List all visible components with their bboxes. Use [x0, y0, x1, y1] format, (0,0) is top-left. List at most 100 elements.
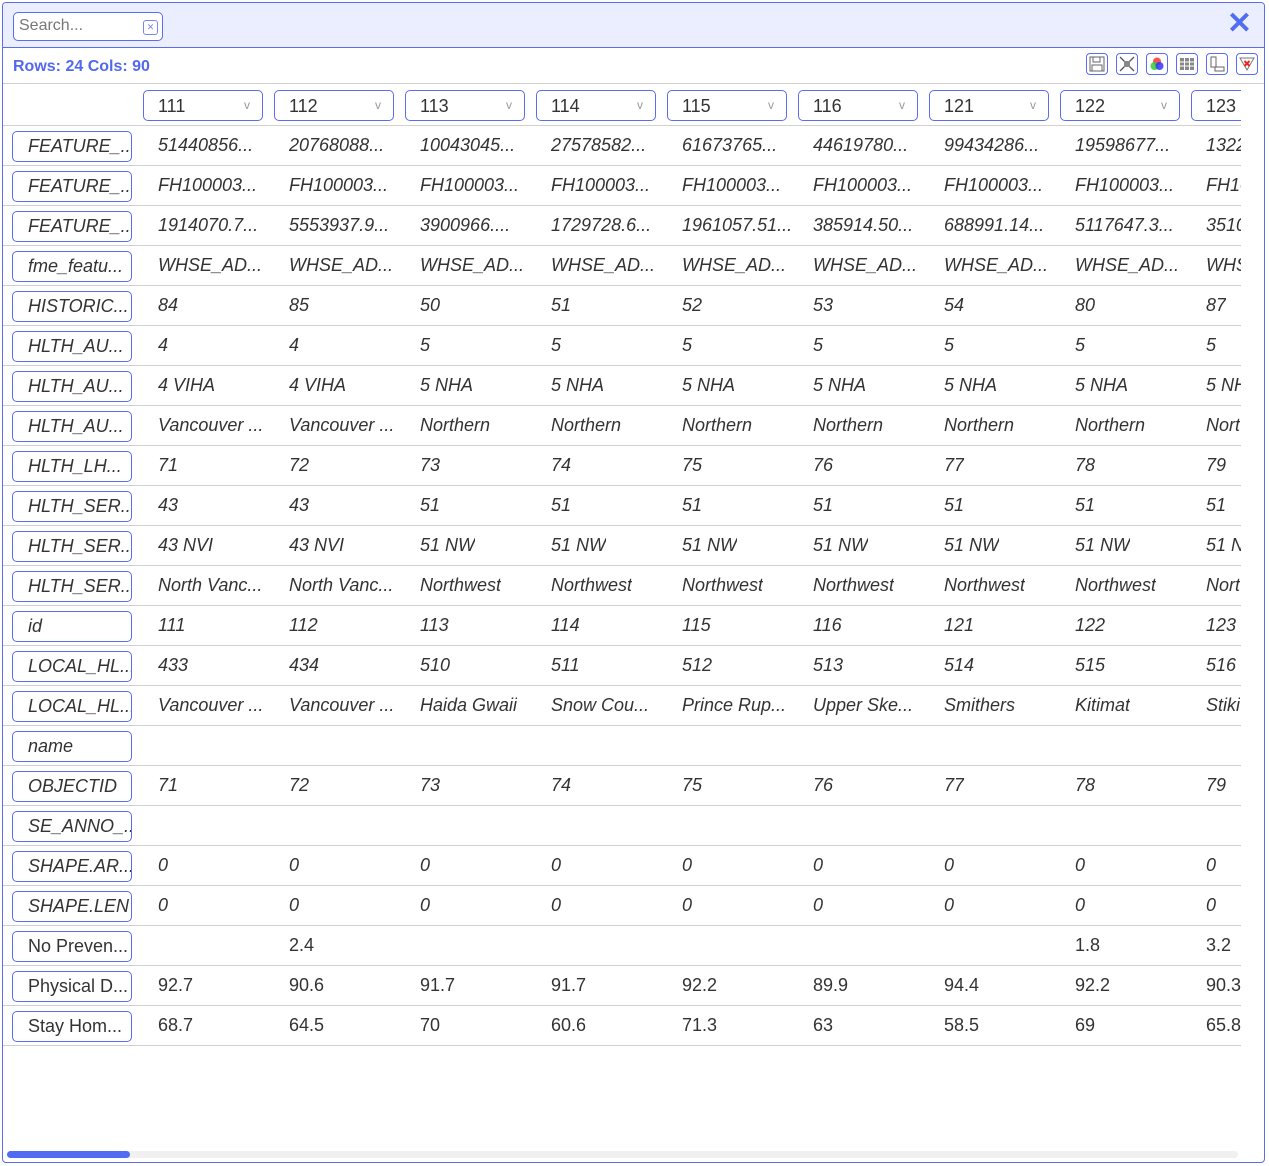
column-header-select[interactable]: 114 v: [536, 90, 656, 121]
column-header-label: 114: [551, 96, 580, 116]
table-cell: 76: [813, 775, 834, 795]
column-header-label: 121: [944, 96, 975, 116]
save-icon[interactable]: [1086, 53, 1108, 75]
row-label-button[interactable]: SHAPE.AR...: [12, 851, 132, 882]
table-cell: Smithers: [944, 695, 1016, 715]
column-header-select[interactable]: 111 v: [143, 90, 263, 121]
row-label-button[interactable]: HLTH_LH...: [12, 451, 132, 482]
row-label-button[interactable]: fme_featu...: [12, 251, 132, 282]
row-label-button[interactable]: Physical D...: [12, 971, 132, 1002]
row-label-button[interactable]: SE_ANNO_...: [12, 811, 132, 842]
column-header-select[interactable]: 121 v: [929, 90, 1049, 121]
table-row: LOCAL_HL... 433 434 510 511 512 513 514 515 516: [3, 646, 1241, 686]
table-cell: 3510: [1206, 215, 1241, 235]
table-cell: 0: [420, 855, 431, 875]
column-header-label: 113: [420, 96, 449, 116]
table-cell: 27578582...: [551, 135, 647, 155]
table-cell: 51: [1206, 495, 1227, 515]
table-cell: 79: [1206, 775, 1227, 795]
row-label-button[interactable]: SHAPE.LEN: [12, 891, 132, 922]
table-cell: 72: [289, 775, 310, 795]
table-cell: 92.2: [1075, 975, 1111, 995]
table-cell: FH10: [1206, 175, 1241, 195]
table-cell: 44619780...: [813, 135, 909, 155]
column-header-select[interactable]: 112 v: [274, 90, 394, 121]
table-row: HLTH_SER... North Vanc... North Vanc... Nor…: [3, 566, 1241, 606]
table-cell: 61673765...: [682, 135, 778, 155]
table-cell: Northern: [813, 415, 884, 435]
table-cell: 511: [551, 655, 580, 675]
table-cell: Northern: [682, 415, 753, 435]
row-label-button[interactable]: HLTH_SER...: [12, 531, 132, 562]
row-label-button[interactable]: OBJECTID: [12, 771, 132, 802]
search-input[interactable]: [19, 17, 139, 35]
row-label-button[interactable]: FEATURE_...: [12, 211, 132, 242]
table-cell: 5 NHA: [551, 375, 605, 395]
table-cell: 51 NW: [420, 535, 476, 555]
table-cell: 89.9: [813, 975, 849, 995]
table-row: HLTH_AU... 4 VIHA 4 VIHA 5 NHA 5 NHA 5 NHA 5 N…: [3, 366, 1241, 406]
clear-filter-icon[interactable]: [1236, 53, 1258, 75]
column-header-label: 123: [1206, 96, 1237, 116]
row-label-button[interactable]: LOCAL_HL...: [12, 691, 132, 722]
divider: [3, 83, 1264, 84]
row-label-button[interactable]: FEATURE_...: [12, 171, 132, 202]
table-cell: 51 NW: [813, 535, 869, 555]
table-cell: FH100003...: [682, 175, 782, 195]
table-cell: 10043045...: [420, 135, 516, 155]
clear-search-icon[interactable]: ✕: [143, 20, 158, 35]
column-header-select[interactable]: 123v: [1191, 90, 1241, 121]
table-cell: 92.7: [158, 975, 194, 995]
color-icon[interactable]: [1146, 53, 1168, 75]
horizontal-scrollbar[interactable]: [7, 1151, 1238, 1158]
close-icon[interactable]: ✕: [1227, 9, 1252, 39]
layout-icon[interactable]: [1206, 53, 1228, 75]
table-cell: 1729728.6...: [551, 215, 652, 235]
column-header-select[interactable]: 115 v: [667, 90, 787, 121]
row-label-button[interactable]: LOCAL_HL...: [12, 651, 132, 682]
row-label-button[interactable]: HLTH_AU...: [12, 371, 132, 402]
row-label-button[interactable]: FEATURE_...: [12, 131, 132, 162]
table-cell: 65.8: [1206, 1015, 1241, 1035]
row-label-button[interactable]: HLTH_AU...: [12, 411, 132, 442]
search-box[interactable]: ✕: [13, 12, 163, 41]
table-cell: 2.4: [289, 935, 315, 955]
table-cell: FH100003...: [158, 175, 258, 195]
column-header-select[interactable]: 113 v: [405, 90, 525, 121]
column-header-select[interactable]: 122 v: [1060, 90, 1180, 121]
row-label-button[interactable]: HLTH_SER...: [12, 491, 132, 522]
table-cell: 0: [1075, 895, 1086, 915]
table-cell: 4 VIHA: [289, 375, 347, 395]
grid-icon[interactable]: [1176, 53, 1198, 75]
table-cell: 385914.50...: [813, 215, 914, 235]
row-col-count: Rows: 24 Cols: 90: [13, 58, 150, 75]
row-label-button[interactable]: id: [12, 611, 132, 642]
table-cell: Northern: [420, 415, 491, 435]
row-label-button[interactable]: HLTH_AU...: [12, 331, 132, 362]
table-cell: 0: [158, 855, 169, 875]
table-row: Physical D... 92.7 90.6 91.7 91.7 92.2 89.9 94.…: [3, 966, 1241, 1006]
table-cell: 43 NVI: [158, 535, 214, 555]
table-cell: 71: [158, 455, 179, 475]
table-cell: 43: [289, 495, 310, 515]
fit-columns-icon[interactable]: [1116, 53, 1138, 75]
chevron-down-icon: v: [1161, 98, 1167, 112]
column-header-select[interactable]: 116 v: [798, 90, 918, 121]
row-label-button[interactable]: HISTORIC...: [12, 291, 132, 322]
table-cell: 5: [944, 335, 955, 355]
row-label-button[interactable]: HLTH_SER...: [12, 571, 132, 602]
table-cell: 70: [420, 1015, 441, 1035]
table-cell: 0: [813, 895, 824, 915]
table-cell: 0: [1075, 855, 1086, 875]
table-cell: 51: [813, 495, 834, 515]
table-cell: Northwest: [1075, 575, 1157, 595]
row-label-button[interactable]: No Preven...: [12, 931, 132, 962]
column-header-label: 116: [813, 96, 842, 116]
table-cell: 122: [1075, 615, 1106, 635]
scrollbar-thumb[interactable]: [7, 1151, 131, 1158]
table-cell: 5 NHA: [682, 375, 736, 395]
table-row: FEATURE_... 1914070.7... 5553937.9... 39009…: [3, 206, 1241, 246]
row-label-button[interactable]: Stay Hom...: [12, 1011, 132, 1042]
table-row: fme_featu... WHSE_AD... WHSE_AD... WHSE_AD.…: [3, 246, 1241, 286]
row-label-button[interactable]: name: [12, 731, 132, 762]
